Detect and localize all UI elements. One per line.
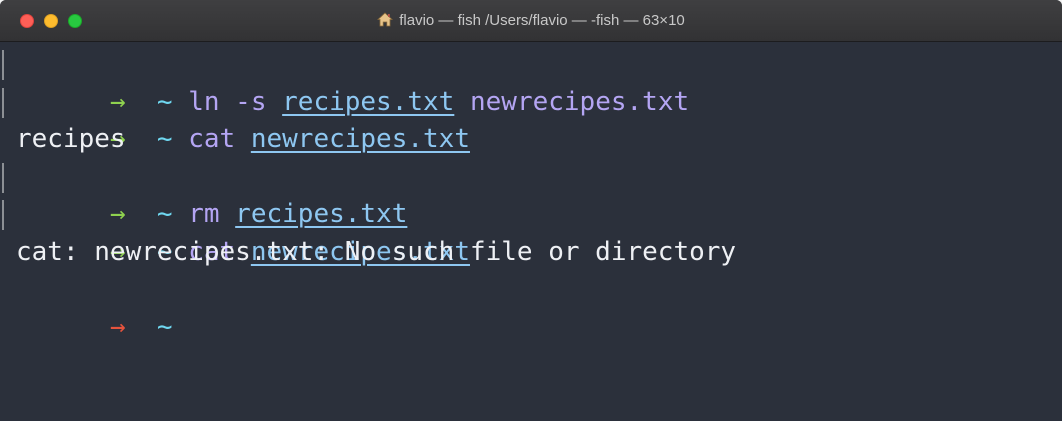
mark-bar [2,87,4,118]
prompt-directory: ~ [156,311,173,342]
command-line: → ~ ln -s recipes.txt newrecipes.txt [2,46,1062,117]
terminal-window: flavio — fish /Users/flavio — -fish — 63… [0,0,1062,421]
command-line: → ~ cat newrecipes.txt [2,196,1062,267]
home-icon [377,2,394,44]
error-output-line: cat: newrecipes.txt: No such file or dir… [16,236,737,267]
mark-bar [2,162,4,193]
command-line: → ~ cat newrecipes.txt [2,84,1062,154]
window-title: flavio — fish /Users/flavio — -fish — 63… [0,0,1062,42]
window-title-text: flavio — fish /Users/flavio — -fish — 63… [399,12,685,29]
mark-bar [2,50,4,80]
prompt-arrow-icon: → [109,311,126,342]
command-line: → ~ rm recipes.txt [2,159,1062,229]
mark-bar [2,200,4,230]
current-prompt-line[interactable]: → ~ [16,271,1062,342]
output-line: recipes [16,124,126,154]
terminal-content[interactable]: → ~ ln -s recipes.txt newrecipes.txt → ~… [0,46,1062,421]
title-bar[interactable]: flavio — fish /Users/flavio — -fish — 63… [0,0,1062,42]
